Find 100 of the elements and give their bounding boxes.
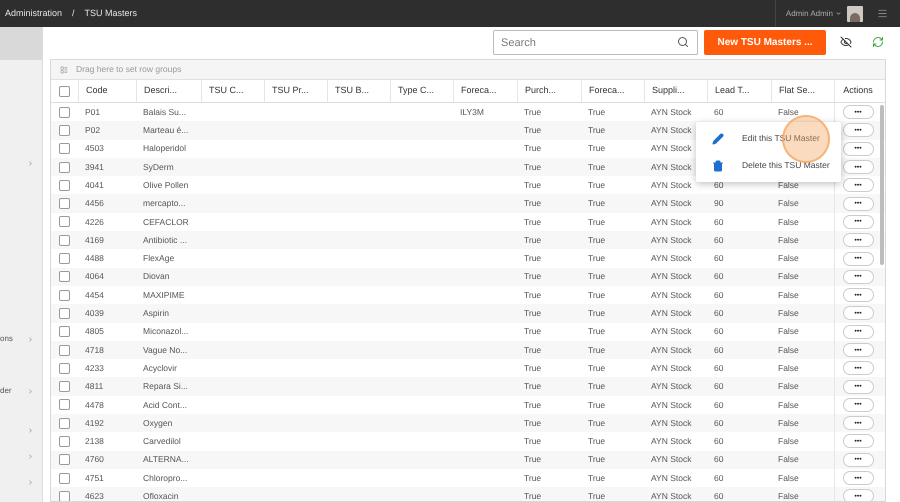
table-cell: mercapto... [143, 198, 186, 208]
checkbox[interactable] [59, 454, 70, 466]
table-cell: True [588, 198, 606, 208]
checkbox[interactable] [59, 86, 70, 96]
chevron-icon [27, 452, 34, 460]
menu-icon[interactable] [877, 8, 888, 19]
column-header[interactable]: Actions [843, 84, 873, 98]
checkbox[interactable] [59, 326, 70, 338]
table-cell: 60 [714, 472, 724, 483]
breadcrumb-item[interactable]: TSU Masters [84, 6, 138, 20]
table-cell: True [524, 125, 542, 136]
table-cell: True [588, 290, 606, 300]
table-cell: AYN Stock [651, 454, 692, 464]
checkbox[interactable] [59, 436, 70, 447]
checkbox[interactable] [59, 124, 70, 136]
table-cell: True [524, 234, 542, 245]
column-header[interactable]: TSU Pr... [272, 84, 309, 98]
table-cell: 60 [714, 362, 724, 373]
scrollbar[interactable] [880, 105, 884, 265]
table-cell: Oxygen [143, 418, 172, 428]
table-cell: True [524, 344, 542, 355]
search-field[interactable]: Search [493, 30, 698, 55]
checkbox[interactable] [59, 362, 70, 374]
table-cell: True [588, 400, 606, 410]
context-menu-item[interactable]: Edit this TSU Master [696, 125, 841, 152]
table-cell: AYN Stock [651, 216, 692, 227]
table-cell: False [778, 271, 799, 282]
table-cell: True [524, 472, 542, 483]
table-cell: 4811 [85, 381, 104, 392]
table-cell: Antibiotic ... [143, 234, 187, 245]
table-cell: AYN Stock [651, 162, 692, 172]
table-cell: Ofloxacin [143, 491, 178, 501]
checkbox[interactable] [59, 180, 70, 191]
column-header[interactable]: Suppli... [652, 84, 685, 98]
table-cell: 4623 [85, 491, 104, 501]
table-cell: True [588, 418, 606, 428]
table-cell: True [588, 326, 606, 336]
column-header[interactable]: Flat Se... [779, 84, 816, 98]
chevron-icon [27, 426, 34, 434]
table-cell: P02 [85, 125, 100, 136]
checkbox[interactable] [59, 290, 70, 301]
column-header[interactable]: Type C... [398, 84, 434, 98]
table-cell: True [524, 326, 542, 336]
table-cell: AYN Stock [651, 234, 692, 245]
checkbox[interactable] [59, 253, 70, 264]
table-cell: False [778, 418, 799, 428]
avatar[interactable] [847, 6, 863, 22]
table-cell: Vague No... [143, 344, 188, 355]
checkbox[interactable] [59, 162, 70, 173]
table-cell: False [778, 216, 799, 227]
breadcrumb-item[interactable]: Administration [5, 6, 62, 20]
table-cell: P01 [85, 106, 100, 117]
checkbox[interactable] [59, 143, 70, 154]
column-header[interactable]: Lead T... [715, 84, 750, 98]
table-cell: 4751 [85, 472, 104, 483]
checkbox[interactable] [59, 472, 70, 484]
hide-columns-icon[interactable] [840, 36, 852, 48]
sidebar-item[interactable]: ons [0, 330, 42, 348]
column-header[interactable]: Foreca... [589, 84, 625, 98]
column-header[interactable]: Purch... [525, 84, 556, 98]
context-menu-item[interactable]: Delete this TSU Master [696, 152, 841, 179]
table-cell: Olive Pollen [143, 180, 188, 190]
table-cell: True [524, 491, 542, 501]
table-cell: AYN Stock [651, 180, 692, 190]
checkbox[interactable] [59, 344, 70, 356]
column-header[interactable]: Descri... [144, 84, 178, 98]
checkbox[interactable] [59, 198, 70, 210]
table-cell: False [778, 308, 799, 318]
refresh-icon[interactable] [872, 36, 884, 48]
table-cell: False [778, 253, 799, 264]
column-header[interactable]: Foreca... [461, 84, 497, 98]
checkbox[interactable] [59, 308, 70, 319]
checkbox[interactable] [59, 418, 70, 429]
checkbox[interactable] [59, 234, 70, 246]
checkbox[interactable] [59, 106, 70, 118]
group-panel-hint: Drag here to set row groups [76, 63, 182, 76]
table-cell: True [588, 234, 606, 245]
table-cell: True [524, 454, 542, 464]
user-menu[interactable]: Admin Admin [786, 8, 842, 20]
checkbox[interactable] [59, 381, 70, 392]
table-cell: 60 [714, 344, 724, 355]
column-header[interactable]: TSU B... [335, 84, 370, 98]
table-cell: True [524, 180, 542, 190]
table-cell: Diovan [143, 271, 170, 282]
checkbox[interactable] [59, 490, 70, 501]
trash-icon [712, 160, 724, 172]
checkbox[interactable] [59, 399, 70, 410]
table-cell: Haloperidol [143, 143, 186, 154]
column-header[interactable]: TSU C... [209, 84, 244, 98]
table-cell: True [588, 308, 606, 318]
table-cell: 4039 [85, 308, 104, 318]
table-cell: False [778, 198, 799, 208]
table-cell: 60 [714, 180, 724, 190]
sidebar-item[interactable]: der [0, 382, 42, 400]
checkbox[interactable] [59, 271, 70, 282]
checkbox[interactable] [59, 216, 70, 228]
table-cell: 4488 [85, 253, 104, 264]
table-cell: Miconazol... [143, 326, 188, 336]
table-cell: MAXIPIME [143, 290, 185, 300]
column-header[interactable]: Code [86, 84, 108, 98]
